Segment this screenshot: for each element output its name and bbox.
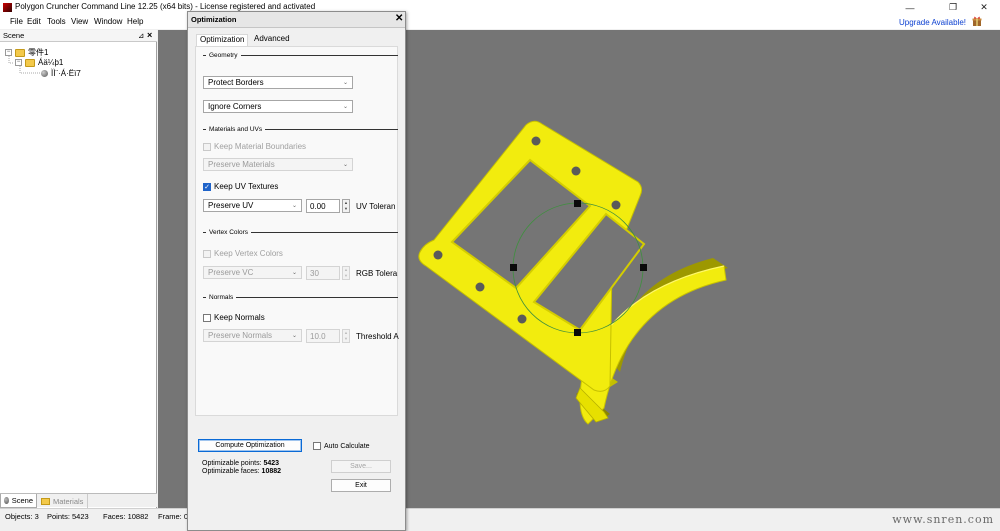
tab-scene-label: Scene bbox=[11, 496, 33, 505]
app-icon bbox=[3, 3, 12, 12]
group-geometry: Geometry bbox=[203, 52, 398, 59]
tab-materials-label: Materials bbox=[53, 496, 84, 506]
optimizable-points: Optimizable points: 5423 bbox=[202, 460, 279, 467]
watermark: www.snren.com bbox=[892, 513, 994, 526]
preserve-materials-value: Preserve Materials bbox=[208, 160, 275, 169]
uv-tolerance-label: UV Toleran bbox=[356, 202, 396, 211]
scene-panel: Scene ⊿ × − 零件1 − Áä¼þ1 ÌÌ¨·Á·Ëï7 bbox=[0, 30, 157, 508]
panel-tab-bar: Scene Materials bbox=[0, 493, 157, 508]
threshold-angle-input[interactable]: 10.0 bbox=[306, 329, 340, 343]
uv-tolerance-input[interactable]: 0.00 bbox=[306, 199, 340, 213]
chevron-down-icon: ⌄ bbox=[291, 333, 297, 339]
preserve-materials-select[interactable]: Preserve Materials ⌄ bbox=[203, 158, 353, 171]
gift-icon[interactable] bbox=[972, 16, 982, 27]
rgb-tolerance-input[interactable]: 30 bbox=[306, 266, 340, 280]
optimizable-faces-value: 10882 bbox=[261, 468, 282, 475]
preserve-uv-value: Preserve UV bbox=[208, 201, 254, 210]
close-button[interactable]: ✕ bbox=[970, 1, 998, 14]
checkbox-icon bbox=[203, 142, 211, 151]
tab-advanced[interactable]: Advanced bbox=[251, 34, 293, 46]
pin-icon[interactable]: ⊿ bbox=[138, 31, 144, 40]
group-vertex-colors: Vertex Colors bbox=[203, 229, 398, 236]
auto-calculate-label: Auto Calculate bbox=[324, 442, 370, 450]
menu-view[interactable]: View bbox=[71, 17, 88, 26]
preserve-normals-value: Preserve Normals bbox=[208, 331, 273, 340]
keep-vertex-colors-label: Keep Vertex Colors bbox=[214, 249, 283, 258]
keep-vertex-colors-checkbox[interactable]: Keep Vertex Colors bbox=[203, 249, 283, 258]
scene-icon bbox=[4, 497, 9, 504]
menu-window[interactable]: Window bbox=[94, 17, 122, 26]
preserve-vc-value: Preserve VC bbox=[208, 268, 254, 277]
exit-button[interactable]: Exit bbox=[331, 479, 391, 492]
checkbox-icon bbox=[203, 313, 211, 322]
chevron-down-icon: ⌄ bbox=[291, 270, 297, 276]
status-faces: Faces: 10882 bbox=[103, 512, 149, 521]
chevron-down-icon: ⌄ bbox=[342, 104, 348, 110]
minimize-button[interactable]: — bbox=[896, 1, 924, 14]
group-vertex-colors-label: Vertex Colors bbox=[209, 229, 249, 236]
borders-select-value: Protect Borders bbox=[208, 78, 264, 87]
optimizable-points-label: Optimizable points: bbox=[202, 460, 262, 467]
auto-calculate-checkbox[interactable]: Auto Calculate bbox=[313, 442, 370, 450]
borders-select[interactable]: Protect Borders ⌄ bbox=[203, 76, 353, 89]
group-geometry-label: Geometry bbox=[209, 52, 238, 59]
status-points: Points: 5423 bbox=[47, 512, 89, 521]
preserve-normals-select[interactable]: Preserve Normals ⌄ bbox=[203, 329, 302, 342]
optimizable-faces-label: Optimizable faces: bbox=[202, 468, 260, 475]
keep-material-boundaries-checkbox[interactable]: Keep Material Boundaries bbox=[203, 142, 306, 151]
menu-bar bbox=[0, 15, 1000, 29]
group-materials: Materials and UVs bbox=[203, 126, 398, 133]
checkbox-icon bbox=[203, 249, 211, 258]
rgb-tolerance-spinner[interactable]: ▲ ▼ bbox=[342, 266, 350, 280]
checkbox-icon bbox=[313, 442, 321, 450]
scene-panel-close-button[interactable]: × bbox=[147, 30, 152, 40]
dialog-close-button[interactable]: ✕ bbox=[395, 13, 403, 24]
threshold-angle-label: Threshold A bbox=[356, 332, 399, 341]
compute-optimization-button[interactable]: Compute Optimization bbox=[198, 439, 302, 452]
chevron-down-icon: ⌄ bbox=[342, 80, 348, 86]
materials-icon bbox=[41, 497, 50, 505]
group-normals-label: Normals bbox=[209, 294, 234, 301]
tab-scene[interactable]: Scene bbox=[0, 494, 37, 508]
keep-material-boundaries-label: Keep Material Boundaries bbox=[214, 142, 307, 151]
group-materials-label: Materials and UVs bbox=[209, 126, 263, 133]
rgb-tolerance-label: RGB Tolera bbox=[356, 269, 398, 278]
keep-normals-checkbox[interactable]: Keep Normals bbox=[203, 313, 265, 322]
menu-edit[interactable]: Edit bbox=[27, 17, 41, 26]
group-normals: Normals bbox=[203, 294, 398, 301]
dialog-title: Optimization bbox=[191, 15, 237, 24]
optimizable-faces: Optimizable faces: 10882 bbox=[202, 468, 281, 475]
preserve-uv-select[interactable]: Preserve UV ⌄ bbox=[203, 199, 302, 212]
menu-file[interactable]: File bbox=[10, 17, 23, 26]
maximize-button[interactable]: ❐ bbox=[939, 1, 967, 14]
menu-tools[interactable]: Tools bbox=[47, 17, 66, 26]
keep-uv-textures-checkbox[interactable]: ✓ Keep UV Textures bbox=[203, 182, 278, 191]
preserve-vc-select[interactable]: Preserve VC ⌄ bbox=[203, 266, 302, 279]
status-frame: Frame: 0/ bbox=[158, 512, 191, 521]
uv-tolerance-spinner[interactable]: ▲ ▼ bbox=[342, 199, 350, 213]
checkmark-icon: ✓ bbox=[203, 182, 211, 191]
tree-connector-lines bbox=[8, 56, 40, 74]
status-objects: Objects: 3 bbox=[5, 512, 39, 521]
save-button[interactable]: Save... bbox=[331, 460, 391, 473]
optimizable-points-value: 5423 bbox=[263, 460, 280, 467]
scene-panel-title: Scene bbox=[3, 31, 25, 40]
tab-materials[interactable]: Materials bbox=[38, 494, 88, 508]
upgrade-link[interactable]: Upgrade Available! bbox=[899, 18, 966, 27]
threshold-angle-spinner[interactable]: ▲ ▼ bbox=[342, 329, 350, 343]
status-bar: Objects: 3 Points: 5423 Faces: 10882 Fra… bbox=[0, 508, 1000, 531]
keep-uv-textures-label: Keep UV Textures bbox=[214, 182, 279, 191]
keep-normals-label: Keep Normals bbox=[214, 313, 265, 322]
corners-select[interactable]: Ignore Corners ⌄ bbox=[203, 100, 353, 113]
window-title: Polygon Cruncher Command Line 12.25 (x64… bbox=[15, 2, 316, 11]
expander-icon[interactable]: − bbox=[5, 49, 12, 56]
corners-select-value: Ignore Corners bbox=[208, 102, 262, 111]
chevron-down-icon: ⌄ bbox=[342, 162, 348, 168]
optimization-dialog: Optimization ✕ Optimization Advanced Geo… bbox=[187, 11, 406, 531]
optimization-tab-panel: Geometry Protect Borders ⌄ Ignore Corner… bbox=[195, 46, 399, 416]
menu-help[interactable]: Help bbox=[127, 17, 143, 26]
tree-item-label: ÌÌ¨·Á·Ëï7 bbox=[51, 69, 81, 78]
chevron-down-icon: ⌄ bbox=[291, 203, 297, 209]
